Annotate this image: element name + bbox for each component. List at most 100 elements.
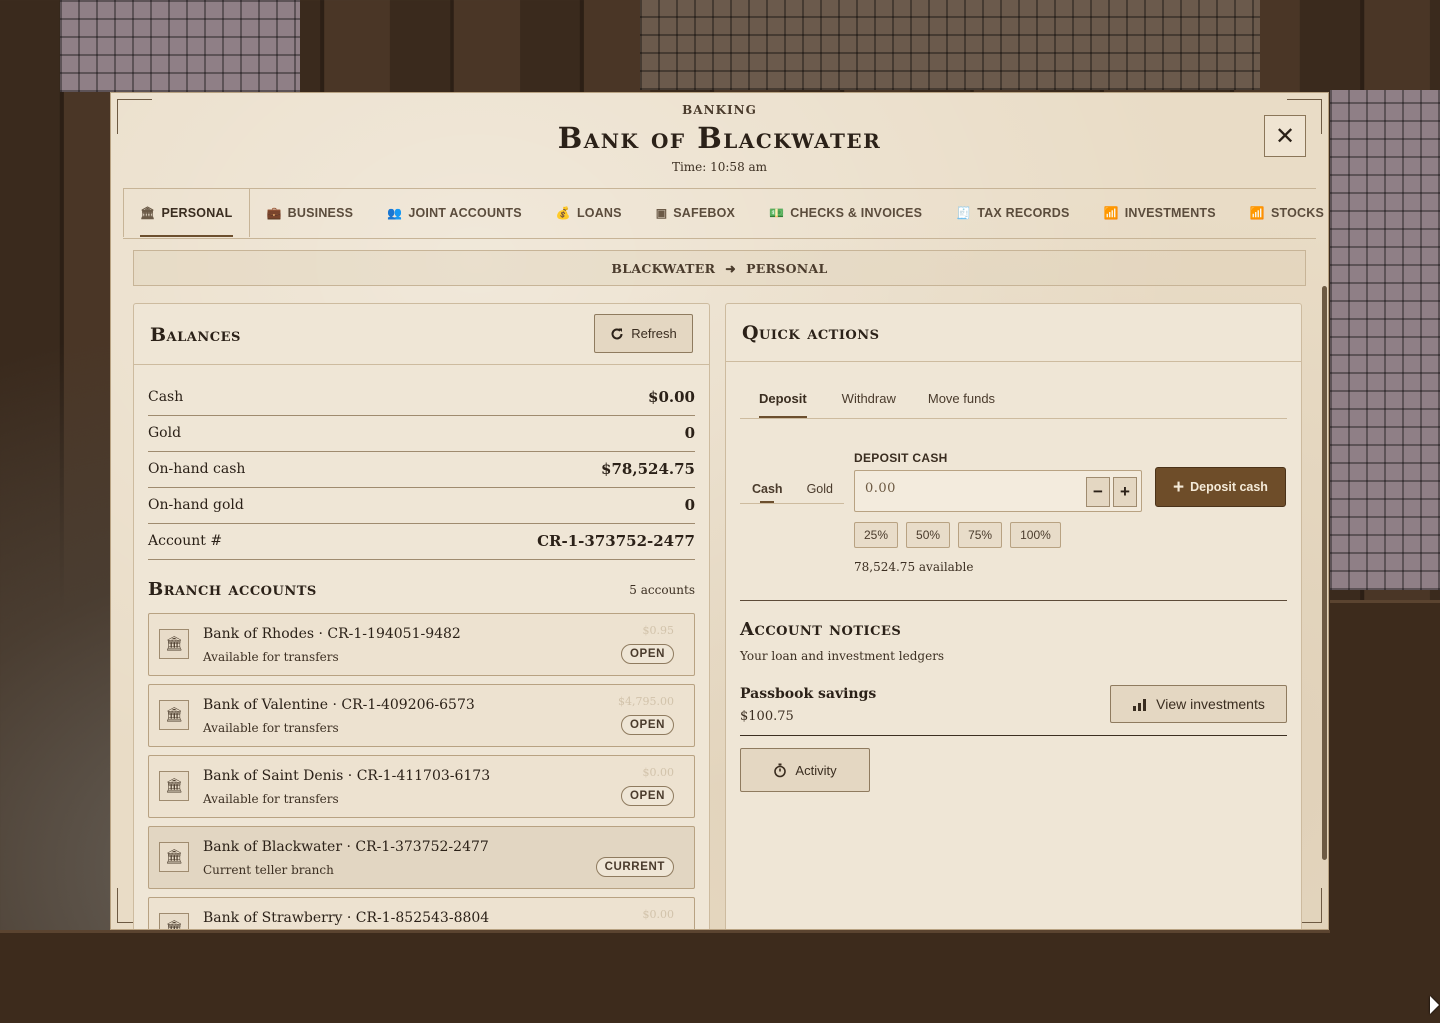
tab-label: PERSONAL — [161, 206, 233, 220]
branch-account-status: Available for transfers — [203, 650, 339, 664]
balance-row-gold: Gold 0 — [148, 415, 695, 452]
branch-account-balance: $0.00 — [642, 766, 675, 779]
branch-account-name: Bank of Saint Denis · CR-1-411703-6173 — [203, 768, 491, 784]
tab-joint-accounts[interactable]: 👥 JOINT ACCOUNTS — [370, 189, 539, 237]
tab-label: TAX RECORDS — [977, 206, 1070, 220]
tab-label: BUSINESS — [287, 206, 354, 220]
preset-100-button[interactable]: 100% — [1010, 522, 1061, 548]
tab-gold[interactable]: Gold — [795, 475, 845, 502]
chart-icon: 📶 — [1103, 206, 1119, 220]
tab-cash[interactable]: Cash — [740, 475, 795, 503]
background-counter — [0, 930, 1440, 1023]
tab-tax-records[interactable]: 🧾 TAX RECORDS — [939, 189, 1086, 237]
balance-value: CR-1-373752-2477 — [537, 532, 695, 550]
scrollbar[interactable] — [1322, 286, 1327, 860]
tab-stocks[interactable]: 📶 STOCKS — [1233, 189, 1328, 237]
balances-title: Balances — [150, 324, 241, 346]
branch-account-item[interactable]: 🏛 Bank of Valentine · CR-1-409206-6573 A… — [148, 684, 695, 747]
deposit-cash-button-label: Deposit cash — [1190, 480, 1268, 494]
balance-row-onhand-cash: On-hand cash $78,524.75 — [148, 451, 695, 488]
main-tabs: 🏛 PERSONAL 💼 BUSINESS 👥 JOINT ACCOUNTS 💰 LOA… — [123, 188, 1324, 239]
tab-label: SAFEBOX — [673, 206, 736, 220]
activity-label: Activity — [795, 762, 837, 778]
branch-account-item[interactable]: 🏛 Bank of Saint Denis · CR-1-411703-6173… — [148, 755, 695, 818]
background-counter — [1330, 600, 1440, 933]
balance-row-account-number: Account # CR-1-373752-2477 — [148, 523, 695, 560]
tab-move-funds[interactable]: Move funds — [912, 379, 1011, 417]
tab-label: STOCKS — [1270, 206, 1325, 220]
amount-field: 0.00 − + — [854, 470, 1142, 512]
passbook-value: $100.75 — [740, 709, 794, 724]
branch-account-balance: $0.00 — [642, 908, 675, 921]
quick-actions-header: Quick actions — [726, 304, 1301, 362]
bank-icon: 🏛 — [159, 700, 189, 730]
tab-label: CHECKS & INVOICES — [790, 206, 923, 220]
branch-account-name: Bank of Rhodes · CR-1-194051-9482 — [203, 626, 461, 642]
refresh-icon — [611, 327, 623, 339]
tab-business[interactable]: 💼 BUSINESS — [250, 189, 371, 237]
close-button[interactable]: ✕ — [1264, 115, 1306, 157]
tab-deposit[interactable]: Deposit — [740, 379, 826, 418]
deposit-cash-button[interactable]: + Deposit cash — [1155, 467, 1286, 507]
plus-icon: + — [1173, 476, 1185, 498]
balance-label: Gold — [148, 425, 182, 441]
amount-input[interactable]: 0.00 — [865, 481, 896, 496]
preset-75-button[interactable]: 75% — [958, 522, 1003, 548]
activity-button[interactable]: Activity — [740, 748, 870, 792]
background-window — [60, 0, 300, 92]
increment-button[interactable]: + — [1113, 477, 1137, 507]
tab-checks-invoices[interactable]: 💵 CHECKS & INVOICES — [752, 189, 939, 237]
header-kicker: BANKING — [682, 103, 757, 117]
view-investments-label: View investments — [1156, 696, 1265, 712]
balance-row-onhand-gold: On-hand gold 0 — [148, 487, 695, 524]
panel-header: BANKING Bank of Blackwater Time: 10:58 a… — [111, 93, 1328, 188]
quick-actions-title: Quick actions — [742, 322, 880, 344]
safe-icon: ▣ — [655, 206, 668, 220]
people-icon: 👥 — [387, 206, 403, 220]
refresh-button[interactable]: Refresh — [594, 314, 693, 353]
decrement-button[interactable]: − — [1086, 477, 1110, 507]
tab-investments[interactable]: 📶 INVESTMENTS — [1087, 189, 1233, 237]
breadcrumb: BLACKWATER ➜ PERSONAL — [133, 250, 1306, 286]
deposit-cash-label: DEPOSIT CASH — [854, 451, 948, 465]
divider — [740, 735, 1287, 736]
banking-panel: BANKING Bank of Blackwater Time: 10:58 a… — [110, 92, 1329, 930]
branch-account-status: Available for transfers — [203, 792, 339, 806]
branch-account-item[interactable]: 🏛 Bank of Rhodes · CR-1-194051-9482 Avai… — [148, 613, 695, 676]
balance-value: 0 — [684, 424, 695, 442]
view-investments-button[interactable]: View investments — [1110, 685, 1287, 723]
tab-loans[interactable]: 💰 LOANS — [539, 189, 639, 237]
refresh-label: Refresh — [631, 326, 677, 341]
currency-tabs: Cash Gold — [740, 475, 844, 504]
tab-withdraw[interactable]: Withdraw — [826, 379, 912, 417]
branch-account-item[interactable]: 🏛 Bank of Strawberry · CR-1-852543-8804 … — [148, 897, 695, 929]
tab-label: LOANS — [576, 206, 622, 220]
branch-accounts-count: 5 accounts — [629, 583, 695, 597]
preset-50-button[interactable]: 50% — [906, 522, 951, 548]
plus-icon: + — [1120, 482, 1130, 501]
mouse-cursor — [1430, 996, 1439, 1014]
tab-label: JOINT ACCOUNTS — [408, 206, 522, 220]
tab-personal[interactable]: 🏛 PERSONAL — [123, 189, 250, 237]
balance-label: Cash — [148, 389, 184, 405]
balance-row-cash: Cash $0.00 — [148, 379, 695, 416]
status-badge: OPEN — [621, 644, 674, 664]
branch-accounts-title: Branch accounts — [148, 579, 317, 600]
tab-safebox[interactable]: ▣ SAFEBOX — [639, 189, 752, 237]
status-badge: CURRENT — [595, 857, 674, 877]
preset-25-button[interactable]: 25% — [854, 522, 899, 548]
money-icon: 💵 — [769, 206, 785, 220]
branch-account-balance: $4,795.00 — [618, 695, 674, 708]
balance-value: 0 — [684, 496, 695, 514]
balance-label: On-hand gold — [148, 497, 244, 513]
bank-icon: 🏛 — [140, 206, 156, 220]
action-tabs: Deposit Withdraw Move funds — [740, 379, 1287, 419]
coins-icon: 💰 — [555, 206, 571, 220]
breadcrumb-from: BLACKWATER — [611, 260, 716, 276]
page-title: Bank of Blackwater — [557, 121, 882, 155]
balance-value: $0.00 — [648, 388, 695, 406]
time-display: Time: 10:58 am — [671, 160, 768, 174]
branch-account-item[interactable]: 🏛 Bank of Blackwater · CR-1-373752-2477 … — [148, 826, 695, 889]
background-window — [640, 0, 1260, 90]
arrow-right-icon: ➜ — [725, 260, 737, 276]
